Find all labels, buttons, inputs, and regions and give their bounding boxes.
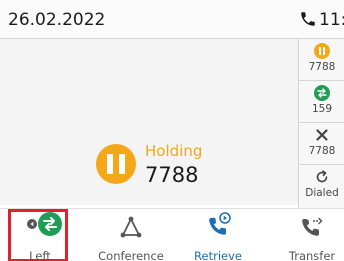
conference-icon xyxy=(120,216,142,238)
call-list-item-transfer[interactable]: 159 xyxy=(299,81,344,123)
softkey-transfer[interactable]: Transfer xyxy=(283,209,341,261)
transfer-icon xyxy=(314,85,330,101)
transfer-circle-icon xyxy=(38,212,62,236)
retrieve-icon xyxy=(209,212,231,235)
softkey-conference[interactable]: Conference xyxy=(95,209,167,261)
transfer-phone-icon xyxy=(302,217,323,236)
softkey-retrieve[interactable]: Retrieve xyxy=(183,209,253,261)
call-list-item-dialed[interactable]: Dialed xyxy=(299,165,344,206)
hold-icon xyxy=(314,43,330,59)
active-call-panel: Holding 7788 xyxy=(0,39,298,205)
call-list-item-label: 7788 xyxy=(308,145,336,157)
softkey-retrieve-label: Retrieve xyxy=(194,249,242,261)
phone-screen: 26.02.2022 11:12 Holding 7788 7788 xyxy=(0,0,344,261)
call-list: 7788 159 7788 Dialed xyxy=(298,39,344,209)
time-display: 11:12 xyxy=(319,10,344,30)
call-list-item-label: Dialed xyxy=(305,187,339,199)
call-list-item-label: 159 xyxy=(311,103,333,115)
date-display: 26.02.2022 xyxy=(8,10,106,30)
softkey-left[interactable]: Left xyxy=(8,209,72,261)
call-list-item-missed[interactable]: 7788 xyxy=(299,123,344,165)
arrow-left-icon xyxy=(27,219,37,229)
close-icon xyxy=(316,129,328,141)
status-bar: 26.02.2022 11:12 xyxy=(0,0,344,39)
hold-icon xyxy=(96,144,136,184)
softkey-bar: Left Conference Retrieve Transfer xyxy=(0,208,344,261)
phone-icon xyxy=(301,12,315,26)
softkey-left-label: Left xyxy=(29,249,51,261)
call-status-label: Holding xyxy=(145,142,203,160)
softkey-transfer-label: Transfer xyxy=(288,249,336,261)
softkey-conference-label: Conference xyxy=(98,249,164,261)
call-number: 7788 xyxy=(145,163,199,187)
call-list-item-hold[interactable]: 7788 xyxy=(299,39,344,81)
call-list-item-label: 7788 xyxy=(308,61,336,73)
redial-icon xyxy=(316,170,328,183)
